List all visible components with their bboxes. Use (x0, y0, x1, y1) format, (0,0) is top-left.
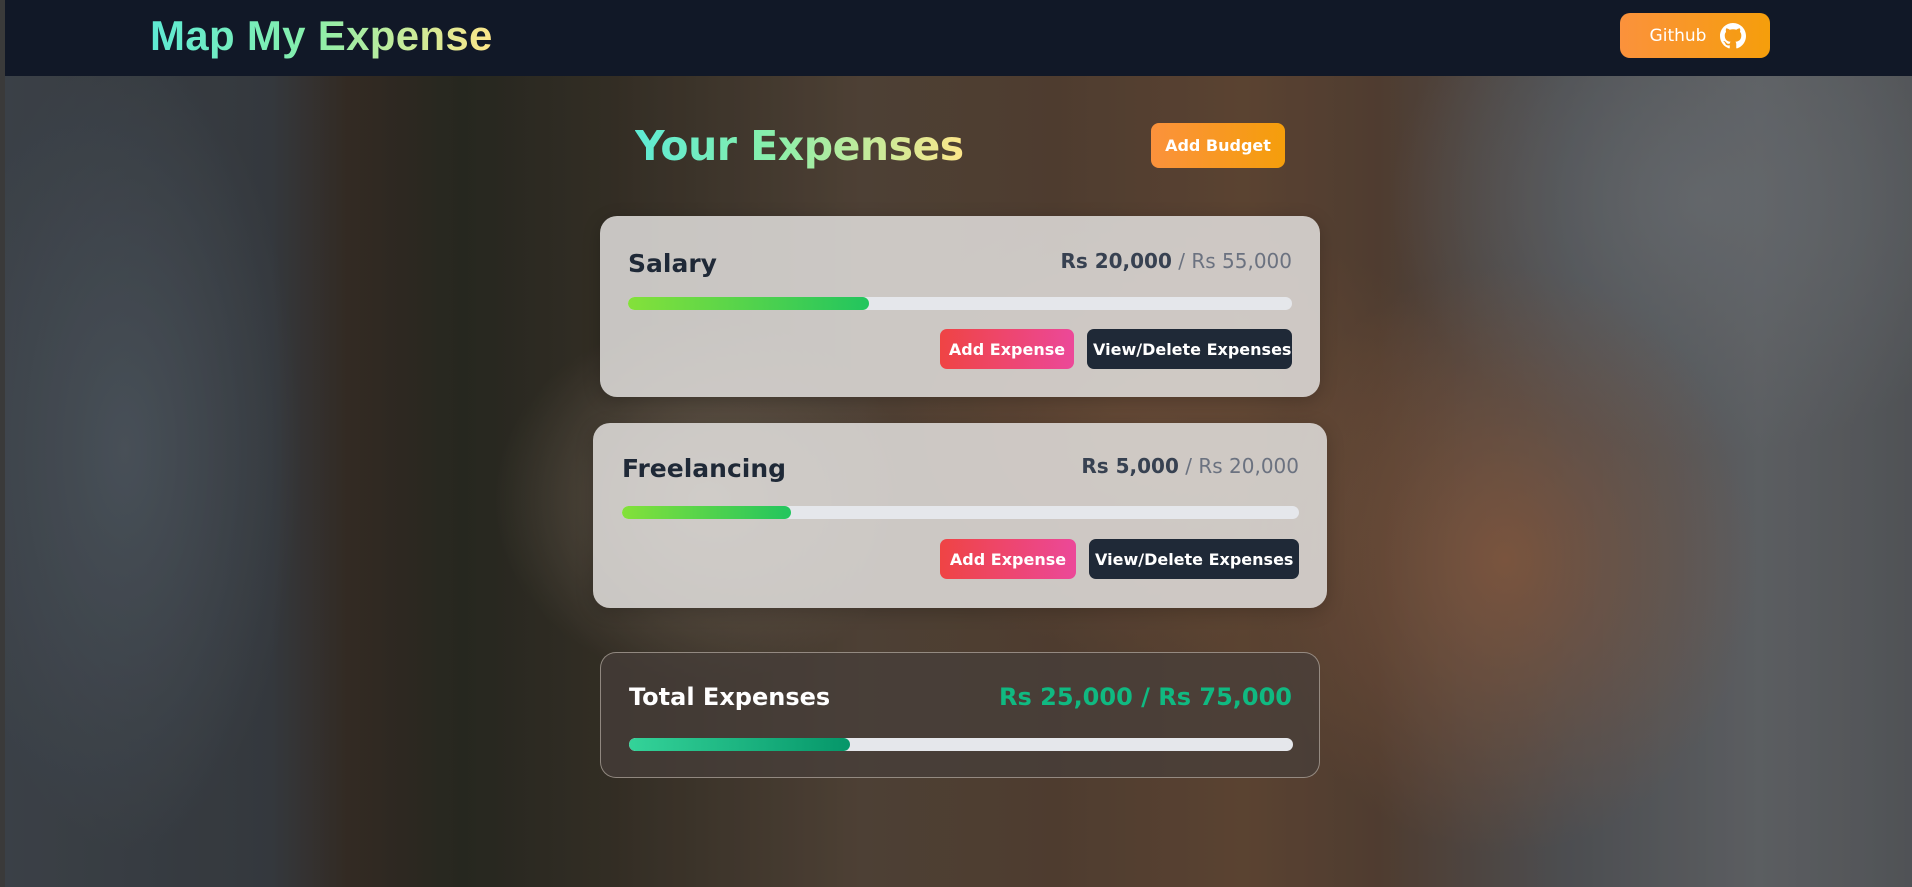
budget-spent: Rs 20,000 (1060, 249, 1172, 273)
total-expenses-label: Total Expenses (629, 683, 831, 711)
budget-progress-fill (622, 506, 792, 519)
budget-card-freelancing: Freelancing Rs 5,000 / Rs 20,000 Add Exp… (593, 423, 1327, 608)
github-icon (1720, 22, 1747, 49)
add-expense-button[interactable]: Add Expense (940, 329, 1074, 369)
budget-progress-track (628, 297, 1292, 310)
add-expense-button[interactable]: Add Expense (940, 539, 1076, 579)
budget-progress-fill (628, 297, 870, 310)
budget-amount: Rs 5,000 / Rs 20,000 (1081, 454, 1299, 478)
budget-progress-track (622, 506, 1299, 519)
github-button[interactable]: Github (1620, 13, 1770, 58)
view-delete-expenses-button[interactable]: View/Delete Expenses (1087, 329, 1292, 369)
window-edge (0, 0, 5, 887)
total-expenses-amount: Rs 25,000 / Rs 75,000 (999, 683, 1292, 711)
budget-spent: Rs 5,000 (1081, 454, 1179, 478)
view-delete-expenses-button[interactable]: View/Delete Expenses (1089, 539, 1299, 579)
brand-title[interactable]: Map My Expense (150, 12, 493, 60)
github-button-label: Github (1649, 25, 1707, 46)
budget-amount: Rs 20,000 / Rs 55,000 (1060, 249, 1292, 273)
page-title: Your Expenses (635, 122, 964, 170)
budget-card-salary: Salary Rs 20,000 / Rs 55,000 Add Expense… (600, 216, 1320, 397)
budget-max: / Rs 55,000 (1178, 249, 1292, 273)
navbar: Map My Expense Github (5, 0, 1912, 76)
budget-name: Salary (628, 249, 717, 278)
total-progress-track (629, 738, 1293, 751)
total-expenses-card: Total Expenses Rs 25,000 / Rs 75,000 (600, 652, 1320, 778)
add-budget-button[interactable]: Add Budget (1151, 123, 1285, 168)
total-progress-fill (629, 738, 851, 751)
budget-max: / Rs 20,000 (1185, 454, 1299, 478)
budget-name: Freelancing (622, 454, 787, 483)
